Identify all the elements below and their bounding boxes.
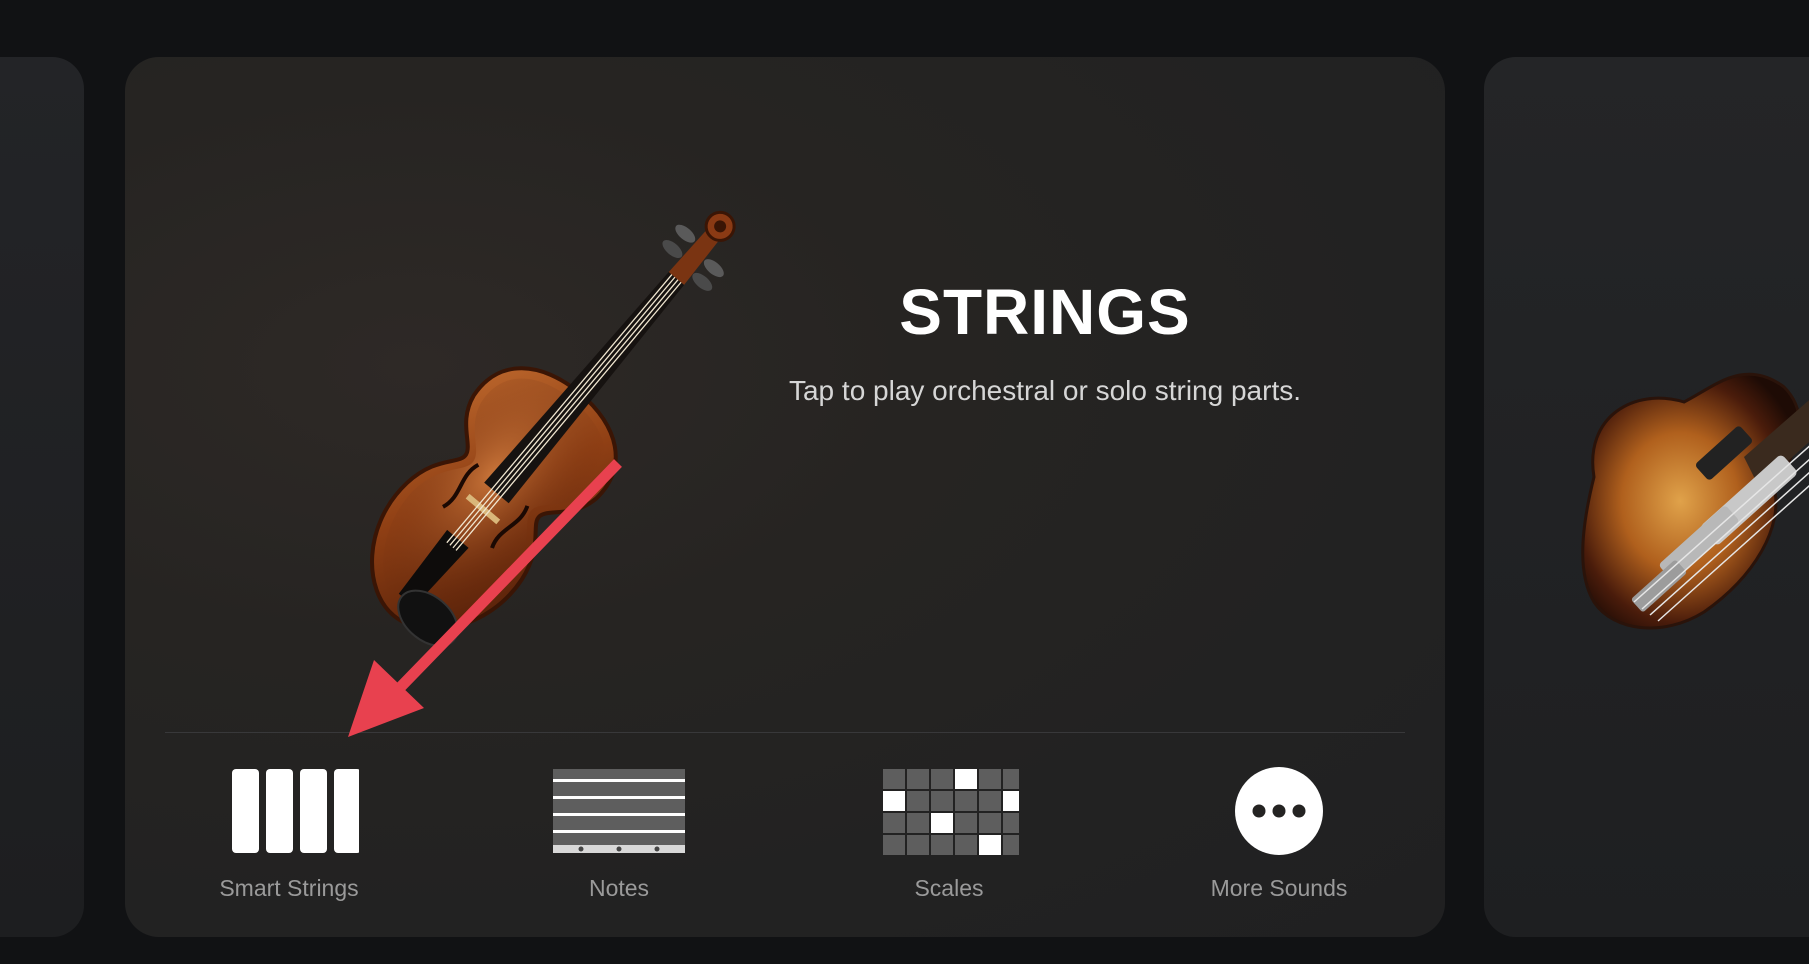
more-sounds-button[interactable]: More Sounds xyxy=(1149,757,1409,927)
instrument-title: STRINGS xyxy=(899,276,1191,348)
instrument-description: Tap to play orchestral or solo string pa… xyxy=(788,375,1301,406)
scales-label: Scales xyxy=(914,875,984,901)
notes-button[interactable]: Notes xyxy=(489,757,749,927)
more-sounds-label: More Sounds xyxy=(1210,875,1348,901)
smart-strings-button[interactable]: Smart Strings xyxy=(159,757,419,927)
instrument-browser: STRINGS Tap to play orchestral or solo s… xyxy=(0,0,1809,964)
violin-icon xyxy=(370,210,736,647)
scales-button[interactable]: Scales xyxy=(819,757,1079,927)
previous-instrument-card[interactable] xyxy=(0,57,84,937)
play-mode-bar: Smart Strings Notes Scales More Sounds xyxy=(125,757,1445,927)
smart-strings-icon xyxy=(219,767,361,857)
next-instrument-card[interactable] xyxy=(1484,57,1809,937)
more-sounds-icon xyxy=(1209,767,1349,857)
notes-label: Notes xyxy=(588,875,650,901)
divider xyxy=(165,732,1405,733)
smart-strings-label: Smart Strings xyxy=(219,875,359,901)
bass-guitar-icon xyxy=(1581,372,1809,630)
scales-icon xyxy=(879,767,1025,857)
notes-icon xyxy=(549,767,689,857)
strings-instrument-card[interactable]: STRINGS Tap to play orchestral or solo s… xyxy=(125,57,1445,937)
